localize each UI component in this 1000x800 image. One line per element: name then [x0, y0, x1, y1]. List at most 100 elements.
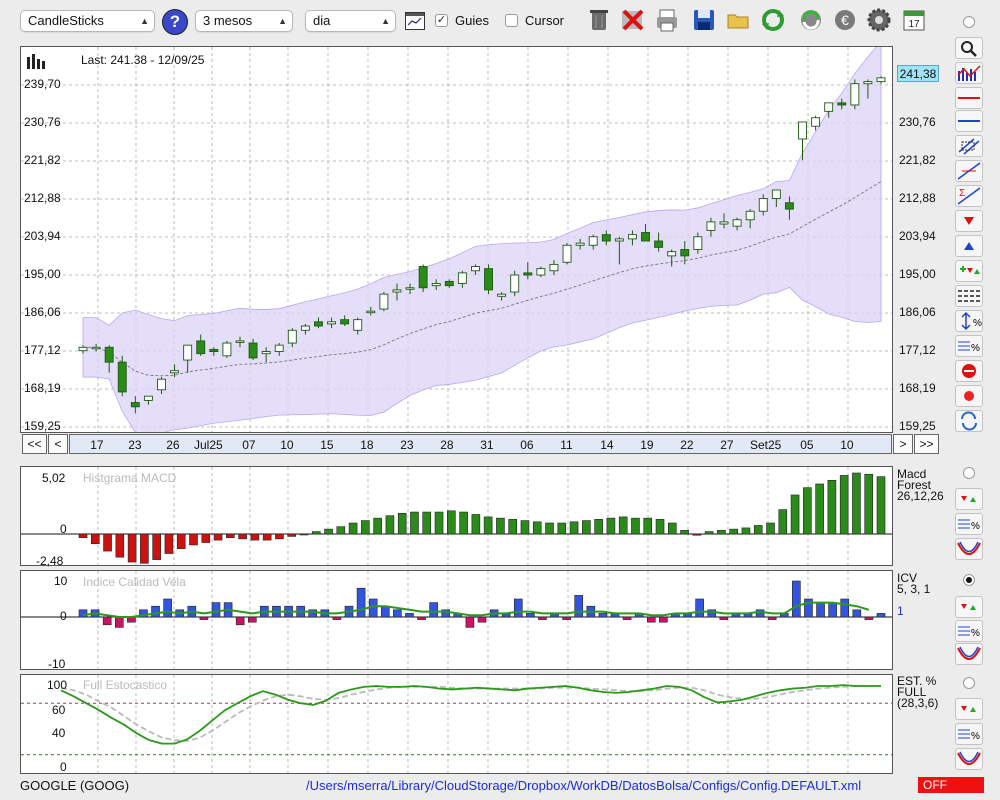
histogram-bar [767, 616, 777, 620]
channel-icon [958, 138, 980, 155]
candle [811, 117, 821, 127]
stop-button[interactable] [955, 360, 983, 382]
no-entry-icon [962, 364, 976, 378]
macd-panel[interactable]: Histgrama MACD [20, 466, 893, 566]
volume-bars-icon[interactable] [26, 53, 48, 69]
sync-icon[interactable] [797, 6, 825, 34]
histogram-bar [574, 595, 584, 618]
save-icon[interactable] [690, 6, 718, 34]
refresh-icon[interactable] [759, 6, 787, 34]
histogram-bar [163, 598, 172, 618]
scale-button[interactable]: % [955, 310, 983, 332]
interval-select[interactable]: dia ▲ [305, 10, 396, 32]
main-panel-radio[interactable] [963, 16, 975, 28]
candle [863, 81, 873, 85]
histogram-bar [213, 533, 223, 541]
trash-icon[interactable] [585, 6, 613, 34]
channel-button[interactable] [955, 135, 983, 157]
arrow-down-button[interactable] [955, 210, 983, 232]
cursor-checkbox[interactable] [505, 14, 518, 27]
red-line-button[interactable] [955, 87, 983, 109]
histogram-bar [532, 521, 542, 535]
price-y-label-right: 186,06 [899, 305, 936, 320]
stoch-curve-button[interactable] [955, 748, 983, 770]
icv-legend-value: 1 [897, 604, 904, 618]
histogram-bar [606, 517, 616, 535]
macd-curve-button[interactable] [955, 538, 983, 560]
date-x-label: 06 [520, 438, 534, 452]
help-icon[interactable]: ? [162, 9, 188, 35]
settings-icon[interactable] [865, 6, 893, 34]
trendline-button[interactable] [955, 160, 983, 182]
histogram-bar [876, 476, 886, 535]
svg-text:Σ: Σ [959, 188, 965, 199]
swap-button[interactable] [955, 410, 983, 432]
status-off-indicator[interactable]: OFF [918, 777, 984, 793]
macd-percent-button[interactable]: % [955, 513, 983, 535]
stochastic-panel[interactable]: Full Estocastico [20, 674, 893, 774]
histogram-bar [405, 613, 414, 618]
stoch-signals-button[interactable] [955, 698, 983, 720]
date-x-label: 15 [320, 438, 334, 452]
candle [693, 236, 703, 250]
price-chart-panel[interactable]: Last: 241.38 - 12/09/25 [20, 46, 893, 433]
currency-icon[interactable]: € [831, 6, 859, 34]
icv-signals-button[interactable] [955, 596, 983, 618]
nav-first-button[interactable]: << [22, 434, 47, 454]
price-y-label: 177,12 [24, 343, 61, 358]
candle [784, 202, 794, 210]
icv-y-zero: 0 [60, 609, 67, 623]
fibonacci-button[interactable]: Σ [955, 185, 983, 207]
date-x-label: 27 [720, 438, 734, 452]
folder-icon[interactable] [724, 6, 752, 34]
percent-lines-icon: % [958, 626, 980, 639]
period-value: 3 mesos [203, 13, 253, 28]
histogram-bar [115, 533, 125, 558]
print-icon[interactable] [653, 6, 681, 34]
macd-panel-radio[interactable] [963, 467, 975, 479]
grid-lines-button[interactable] [955, 285, 983, 307]
nav-prev-button[interactable]: < [48, 434, 68, 454]
histogram-bar [803, 487, 812, 535]
signals-button[interactable] [955, 260, 983, 282]
candle [719, 221, 729, 225]
chevron-updown-icon: ▲ [140, 16, 149, 26]
indicators-button[interactable] [955, 62, 983, 84]
icv-panel-radio[interactable] [963, 574, 975, 586]
calendar-icon[interactable]: 17 [900, 6, 928, 34]
candle [680, 249, 690, 257]
percent-lines-icon: % [958, 341, 980, 354]
chart-window-icon[interactable] [405, 12, 425, 30]
macd-signals-button[interactable] [955, 488, 983, 510]
zoom-button[interactable] [955, 37, 983, 59]
histogram-bar [496, 517, 505, 535]
icv-panel[interactable]: Indice Calidad Vela [20, 570, 893, 670]
stoch-percent-button[interactable]: % [955, 723, 983, 745]
blue-line-button[interactable] [955, 110, 983, 132]
config-path-link[interactable]: /Users/mserra/Library/CloudStorage/Dropb… [306, 778, 861, 793]
candle [130, 402, 140, 408]
stochastic-panel-radio[interactable] [963, 677, 975, 689]
candle [667, 251, 677, 257]
percent-button[interactable]: % [955, 335, 983, 357]
delete-icon[interactable] [619, 6, 647, 34]
nav-last-button[interactable]: >> [914, 434, 939, 454]
record-button[interactable] [955, 385, 983, 407]
chart-type-select[interactable]: CandleSticks ▲ [20, 10, 155, 32]
histogram-bar [201, 533, 211, 543]
guides-checkbox[interactable]: ✓ [435, 14, 448, 27]
period-select[interactable]: 3 mesos ▲ [195, 10, 293, 32]
histogram-bar [852, 609, 862, 618]
nav-next-button[interactable]: > [893, 434, 913, 454]
histogram-bar [646, 616, 656, 623]
candle [143, 395, 153, 401]
histogram-bar [429, 602, 438, 618]
arrow-up-button[interactable] [955, 235, 983, 257]
icv-percent-button[interactable]: % [955, 620, 983, 642]
icv-curve-button[interactable] [955, 643, 983, 665]
date-x-label: 23 [400, 438, 414, 452]
date-x-label: 17 [90, 438, 104, 452]
curve-icon [957, 541, 981, 555]
histogram-bar [238, 533, 247, 540]
dashed-lines-icon [958, 290, 980, 302]
